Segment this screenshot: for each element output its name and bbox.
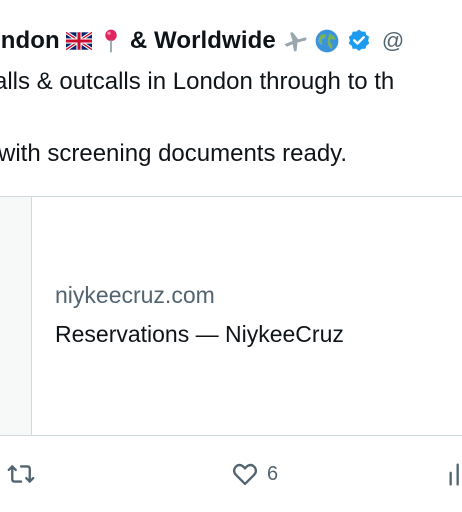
tweet-text-line-1: alls & outcalls in London through to th bbox=[0, 68, 395, 95]
card-domain: niykeecruz.com bbox=[55, 282, 215, 308]
pin-icon bbox=[105, 29, 117, 53]
tweet-actions-bar: 6 bbox=[0, 450, 462, 500]
retweet-icon bbox=[7, 465, 35, 483]
author-handle-fragment[interactable]: @ bbox=[382, 28, 404, 54]
link-preview-card[interactable]: niykeecruz.com Reservations — NiykeeCruz bbox=[0, 196, 462, 436]
card-thumbnail bbox=[0, 197, 32, 435]
retweet-button[interactable] bbox=[7, 460, 43, 488]
author-name-fragment[interactable]: ondon bbox=[0, 27, 60, 55]
like-count: 6 bbox=[267, 462, 279, 485]
globe-icon bbox=[315, 29, 339, 53]
card-title: Reservations — NiykeeCruz bbox=[55, 321, 344, 347]
airplane-icon bbox=[284, 32, 307, 52]
like-button[interactable]: 6 bbox=[231, 460, 278, 488]
verified-badge-icon bbox=[348, 29, 369, 51]
views-icon bbox=[449, 463, 459, 486]
tweet-text-line-2: with screening documents ready. bbox=[0, 140, 348, 167]
heart-icon bbox=[232, 463, 258, 486]
uk-flag-icon bbox=[65, 30, 92, 52]
tweet-author-line[interactable]: ondon & Worldwide @ bbox=[0, 27, 404, 55]
author-name-suffix[interactable]: & Worldwide bbox=[130, 27, 276, 55]
views-button[interactable] bbox=[446, 460, 462, 488]
